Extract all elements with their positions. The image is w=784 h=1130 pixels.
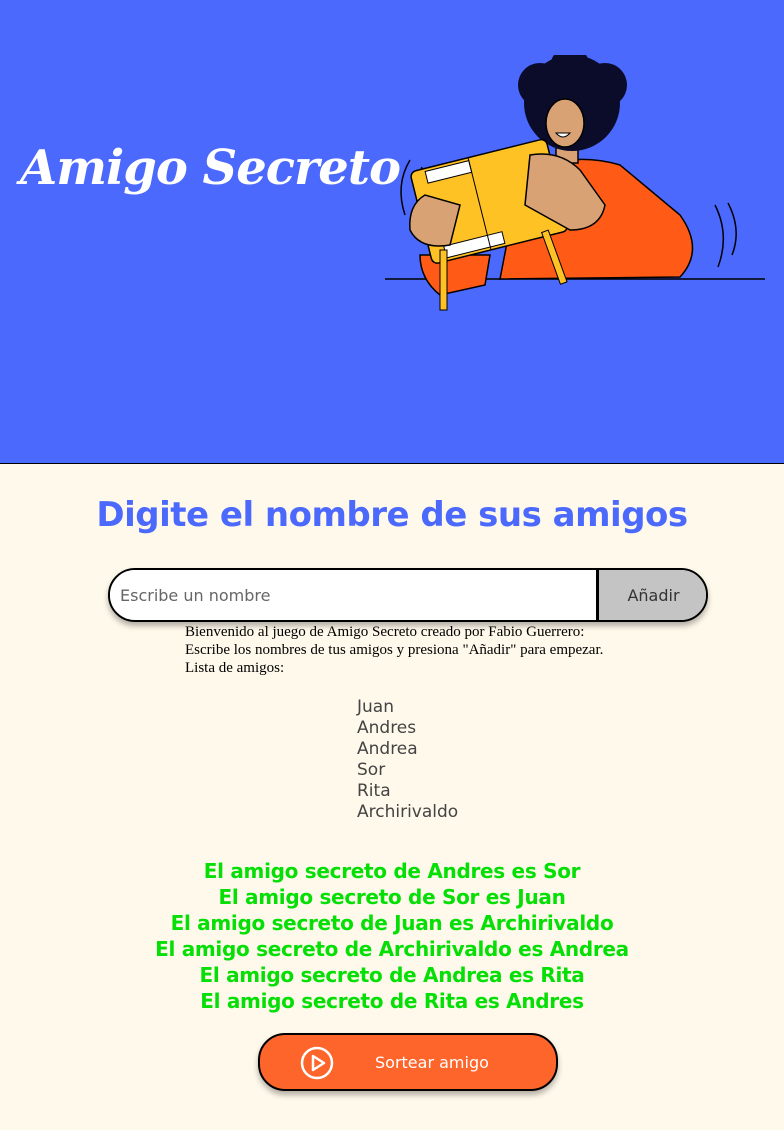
section-heading: Digite el nombre de sus amigos bbox=[96, 495, 688, 535]
instruction-line: Escribe los nombres de tus amigos y pres… bbox=[185, 642, 604, 658]
add-friend-form: Añadir bbox=[108, 568, 708, 622]
result-item: El amigo secreto de Archirivaldo es Andr… bbox=[155, 937, 629, 961]
result-item: El amigo secreto de Andrea es Rita bbox=[199, 963, 585, 987]
draw-button-label: Sortear amigo bbox=[375, 1053, 489, 1072]
list-item: Juan bbox=[357, 697, 394, 717]
add-button[interactable]: Añadir bbox=[596, 570, 706, 620]
result-item: El amigo secreto de Andres es Sor bbox=[203, 859, 581, 883]
draw-friend-button[interactable]: Sortear amigo bbox=[258, 1033, 558, 1091]
page-title: Amigo Secreto bbox=[20, 140, 401, 196]
gift-opening-illustration bbox=[385, 55, 765, 311]
list-item: Andrea bbox=[357, 739, 418, 759]
list-item: Andres bbox=[357, 718, 417, 738]
list-item: Rita bbox=[357, 781, 391, 801]
friend-name-input[interactable] bbox=[110, 570, 596, 620]
welcome-line: Bienvenido al juego de Amigo Secreto cre… bbox=[185, 624, 585, 640]
play-circle-icon bbox=[300, 1046, 334, 1080]
result-item: El amigo secreto de Juan es Archirivaldo bbox=[170, 911, 614, 935]
friends-list-label: Lista de amigos: bbox=[185, 660, 285, 676]
header-banner: Amigo Secreto bbox=[0, 0, 784, 464]
list-item: Archirivaldo bbox=[357, 802, 459, 822]
result-list: El amigo secreto de Andres es Sor El ami… bbox=[0, 858, 784, 1014]
intro-text: Bienvenido al juego de Amigo Secreto cre… bbox=[185, 623, 655, 677]
result-item: El amigo secreto de Rita es Andres bbox=[200, 989, 584, 1013]
list-item: Sor bbox=[357, 760, 386, 780]
result-item: El amigo secreto de Sor es Juan bbox=[218, 885, 566, 909]
friends-list: Juan Andres Andrea Sor Rita Archirivaldo bbox=[357, 697, 458, 823]
